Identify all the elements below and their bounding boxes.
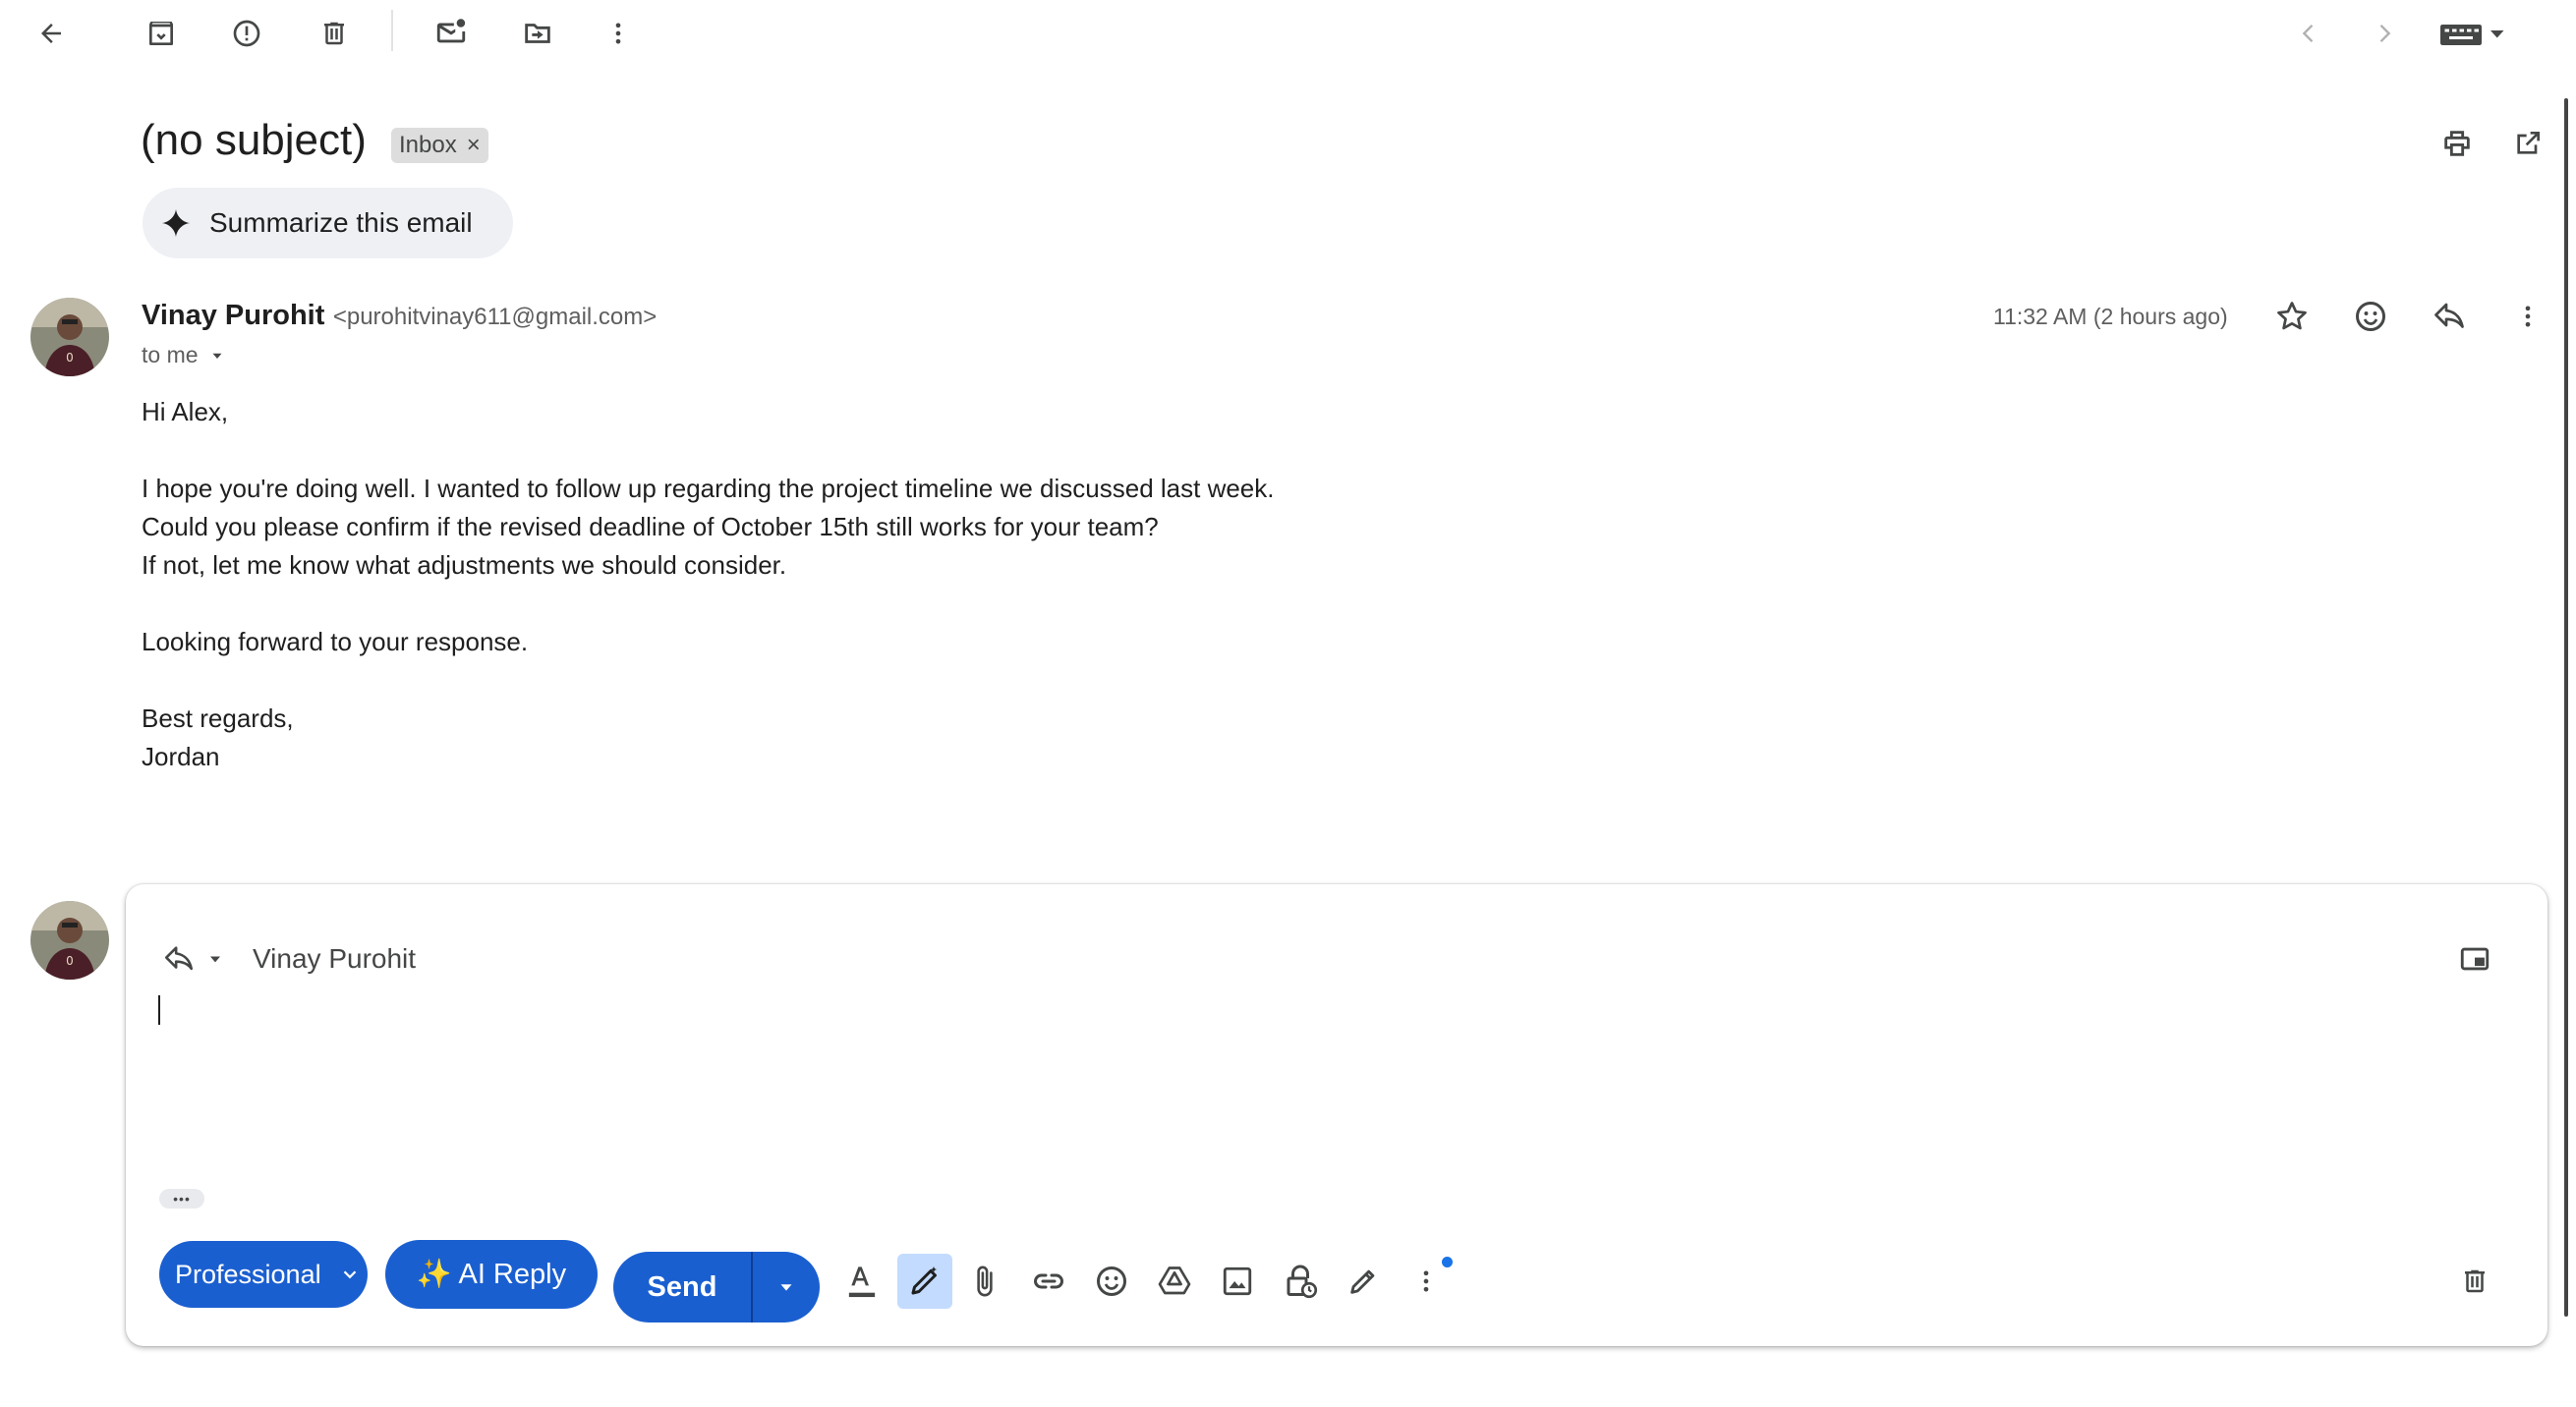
move-to-icon[interactable] [516, 12, 559, 55]
print-icon[interactable] [2435, 122, 2479, 165]
reply-icon[interactable] [2428, 295, 2471, 338]
keyboard-icon[interactable] [2437, 12, 2508, 55]
insert-emoji-icon[interactable] [1090, 1258, 1133, 1305]
star-icon[interactable] [2270, 295, 2314, 338]
archive-icon[interactable] [140, 12, 183, 55]
text-cursor [158, 995, 160, 1025]
send-options-button[interactable] [753, 1252, 820, 1323]
ai-reply-button[interactable]: ✨ AI Reply [385, 1240, 598, 1309]
sender-email: <purohitvinay611@gmail.com> [332, 304, 658, 330]
delete-icon[interactable] [313, 12, 356, 55]
summarize-label: Summarize this email [209, 207, 473, 238]
report-spam-icon[interactable] [225, 12, 268, 55]
email-subject: (no subject) [141, 116, 367, 164]
google-drive-icon[interactable] [1153, 1258, 1196, 1305]
mark-unread-icon[interactable] [429, 10, 473, 53]
page-scrollbar[interactable] [2564, 98, 2568, 1317]
send-button-group: Send [613, 1252, 820, 1323]
recipient-details-toggle[interactable]: to me [142, 342, 226, 368]
email-timestamp: 11:32 AM (2 hours ago) [1993, 304, 2228, 329]
show-trimmed-content-button[interactable]: ••• [159, 1189, 204, 1209]
reply-compose-box: Vinay Purohit ••• Professional ✨ AI Repl… [126, 884, 2547, 1346]
insert-photo-icon[interactable] [1216, 1258, 1259, 1305]
sender-name[interactable]: Vinay Purohit [142, 300, 324, 331]
more-options-icon[interactable] [1404, 1258, 1448, 1305]
ai-writing-assist-icon[interactable] [897, 1254, 952, 1309]
ellipsis-text: ••• [173, 1191, 191, 1207]
svg-text:0: 0 [66, 351, 74, 365]
send-button[interactable]: Send [613, 1252, 751, 1323]
reply-body-input[interactable] [157, 992, 2496, 1091]
reply-type-icon[interactable] [157, 937, 200, 981]
confidential-mode-icon[interactable] [1279, 1258, 1322, 1305]
insert-link-icon[interactable] [1027, 1258, 1070, 1305]
tone-label: Professional [175, 1259, 321, 1289]
body-line-3: If not, let me know what adjustments we … [142, 550, 787, 580]
user-avatar: 0 [30, 901, 109, 980]
ai-reply-label: ✨ AI Reply [416, 1259, 567, 1290]
discard-draft-icon[interactable] [2453, 1258, 2496, 1305]
pop-out-compose-icon[interactable] [2453, 937, 2496, 981]
reply-recipient[interactable]: Vinay Purohit [253, 943, 416, 975]
chevron-left-icon[interactable] [2287, 12, 2330, 55]
open-in-new-window-icon[interactable] [2506, 122, 2549, 165]
sender-avatar[interactable]: 0 [30, 298, 109, 376]
notification-dot [1442, 1257, 1453, 1267]
reply-type-dropdown-icon[interactable] [200, 941, 230, 977]
body-greeting: Hi Alex, [142, 397, 229, 426]
body-closing: Best regards, [142, 704, 294, 733]
svg-text:0: 0 [66, 954, 74, 968]
insert-signature-icon[interactable] [1342, 1258, 1385, 1305]
body-line-1: I hope you're doing well. I wanted to fo… [142, 474, 1275, 503]
tone-dropdown-icon [339, 1264, 361, 1285]
body-signature: Jordan [142, 742, 220, 771]
more-vert-icon[interactable] [597, 12, 640, 55]
attach-file-icon[interactable] [963, 1258, 1006, 1305]
inbox-label-chip: Inbox × [391, 128, 488, 163]
remove-label-button[interactable]: × [467, 132, 481, 159]
recipient-text: to me [142, 342, 199, 367]
message-more-vert-icon[interactable] [2506, 295, 2549, 338]
emoji-reaction-icon[interactable] [2349, 295, 2392, 338]
send-label: Send [647, 1270, 717, 1303]
chevron-right-icon[interactable] [2363, 12, 2406, 55]
inbox-label-text: Inbox [399, 132, 457, 158]
toolbar-divider [391, 10, 393, 51]
body-line-4: Looking forward to your response. [142, 627, 529, 656]
tone-selector[interactable]: Professional [159, 1241, 368, 1308]
sparkle-icon [159, 206, 193, 240]
summarize-email-button[interactable]: Summarize this email [143, 188, 513, 258]
back-arrow-icon[interactable] [29, 12, 73, 55]
body-line-2: Could you please confirm if the revised … [142, 512, 1159, 541]
text-formatting-icon[interactable] [840, 1258, 884, 1305]
dropdown-arrow-icon [208, 347, 226, 365]
